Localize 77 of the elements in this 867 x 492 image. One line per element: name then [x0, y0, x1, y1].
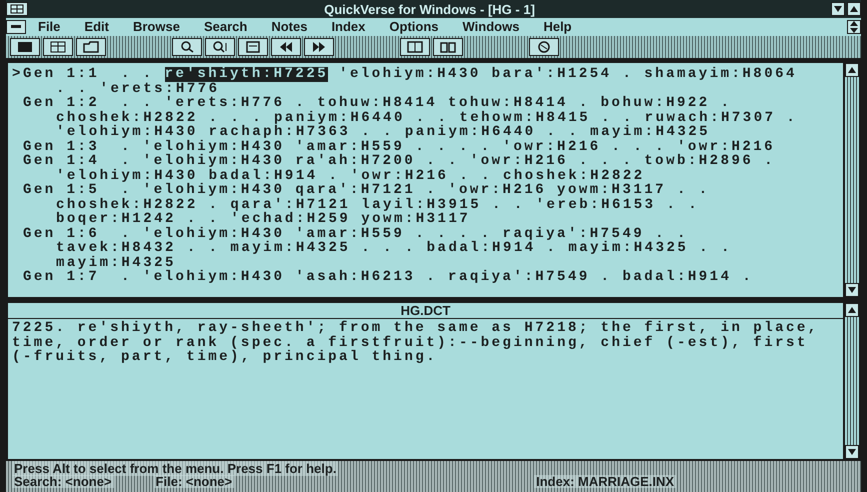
status-field: Search: <none>: [12, 475, 114, 488]
scroll-down-button[interactable]: [845, 445, 859, 459]
grid-icon: [10, 4, 24, 14]
menu-item[interactable]: Windows: [450, 19, 532, 35]
verse-text: choshek:H2822 . . . paniym:H6440 . . tehowm:H8415 . . ruwach:H7307 .: [56, 110, 798, 125]
pointer-marker: >: [12, 66, 23, 82]
up-down-arrow-icon: [850, 21, 858, 33]
status-field: Index: MARRIAGE.INX: [534, 475, 676, 488]
minimize-button[interactable]: [831, 2, 845, 16]
verse-text: . 'elohiym:H430 'asah:H6213 . raqiya':H7549 . badal:H914 .: [121, 270, 754, 284]
restore-button[interactable]: [847, 20, 861, 34]
window-icon: [16, 40, 34, 54]
down-arrow-icon: [834, 6, 842, 12]
menu-item[interactable]: Browse: [120, 19, 192, 35]
status-message: Press Alt to select from the menu. Press F1 for help.: [12, 461, 338, 476]
verse-reference[interactable]: Gen 1:3: [23, 138, 100, 154]
verse-text: . 'elohiym:H430 qara':H7121 . 'owr:H216 yowm:H3117 . .: [121, 183, 710, 198]
verse-reference[interactable]: Gen 1:6: [23, 226, 100, 242]
verse-text: . . 'erets:H776: [56, 82, 220, 96]
menu-item[interactable]: Edit: [72, 19, 121, 35]
verse-text: 'elohiym:H430 badal:H914 . 'owr:H216 . . choshek:H2822: [56, 168, 645, 183]
verse-reference[interactable]: Gen 1:4: [23, 153, 100, 169]
menu-item[interactable]: Notes: [259, 19, 320, 35]
down-arrow-icon: [848, 287, 856, 293]
menu-item[interactable]: Help: [531, 19, 584, 35]
status-field: File: <none>: [154, 475, 234, 488]
verse-reference[interactable]: Gen 1:7: [23, 269, 100, 285]
search-icon: [211, 40, 229, 54]
verse-text: . 'elohiym:H430 'amar:H559 . . . . raqiya':H7549 . .: [121, 226, 688, 241]
verse-text: 'elohiym:H430 rachaph:H7363 . . paniym:H6440 . . mayim:H4325: [56, 125, 710, 140]
verse-text: . .: [121, 67, 154, 82]
selected-word[interactable]: re'shiyth:H7225: [164, 67, 328, 82]
verse-text: . . 'erets:H776 . tohuw:H8414 tohuw:H8414 . bohuw:H922 .: [121, 96, 732, 110]
toolbar-button[interactable]: [529, 38, 559, 56]
toolbar-button[interactable]: [304, 38, 334, 56]
verse-text: mayim:H4325: [56, 256, 176, 270]
up-arrow-icon: [848, 307, 856, 313]
scroll-up-button[interactable]: [845, 303, 859, 317]
toolbar-button[interactable]: [205, 38, 235, 56]
verse-text: choshek:H2822 . qara':H7121 layil:H3915 . . 'ereb:H6153 . .: [56, 198, 700, 212]
table-icon: [49, 40, 67, 54]
up-arrow-icon: [848, 67, 856, 73]
toolbar-button[interactable]: [172, 38, 202, 56]
verse-text: 'elohiym:H430 bara':H1254 . shamayim:H8064: [338, 67, 797, 82]
document-icon: [244, 40, 262, 54]
menu-item[interactable]: Options: [377, 19, 451, 35]
verse-text: . 'elohiym:H430 ra'ah:H7200 . . 'owr:H216 . . . towb:H2896 .: [121, 154, 776, 168]
verse-text: tavek:H8432 . . mayim:H4325 . . . badal:H914 . mayim:H4325 . .: [56, 241, 732, 256]
definition-text: 7225. re'shiyth, ray-sheeth'; from the same as H7218; the first, in place, time, order or rank (spec. a firstfruit):--beginning, chief (-est), first (-fruits, part, time), principal thing.: [11, 319, 820, 366]
columns-icon: [406, 40, 424, 54]
menu-item[interactable]: Index: [319, 19, 378, 35]
book-icon: [439, 40, 457, 54]
maximize-button[interactable]: [847, 2, 861, 16]
dash-icon: [11, 25, 21, 29]
menu-item[interactable]: Search: [192, 19, 260, 35]
up-arrow-icon: [850, 6, 858, 12]
scroll-down-button[interactable]: [845, 283, 859, 297]
toolbar-button[interactable]: [238, 38, 268, 56]
folder-icon: [82, 40, 100, 54]
menu-item[interactable]: File: [26, 19, 72, 35]
window-title: QuickVerse for Windows - [HG - 1]: [323, 2, 536, 16]
toolbar-button[interactable]: [271, 38, 301, 56]
toolbar-button[interactable]: [433, 38, 463, 56]
pane-title: HG.DCT: [8, 303, 843, 319]
verse-text: . 'elohiym:H430 'amar:H559 . . . . 'owr:H216 . . . 'owr:H216: [121, 140, 776, 154]
scroll-up-button[interactable]: [845, 63, 859, 77]
verse-reference[interactable]: Gen 1:5: [23, 182, 100, 198]
verse-text: boqer:H1242 . . 'echad:H259 yowm:H3117: [56, 212, 470, 226]
toolbar-button[interactable]: [76, 38, 106, 56]
toolbar-button[interactable]: [10, 38, 40, 56]
verse-reference[interactable]: Gen 1:1: [23, 66, 100, 82]
toolbar-button[interactable]: [43, 38, 73, 56]
verse-reference[interactable]: Gen 1:2: [23, 95, 100, 111]
system-menu-button[interactable]: [6, 2, 28, 16]
toolbar-button[interactable]: [400, 38, 430, 56]
down-arrow-icon: [848, 449, 856, 455]
document-menu-button[interactable]: [6, 20, 26, 34]
